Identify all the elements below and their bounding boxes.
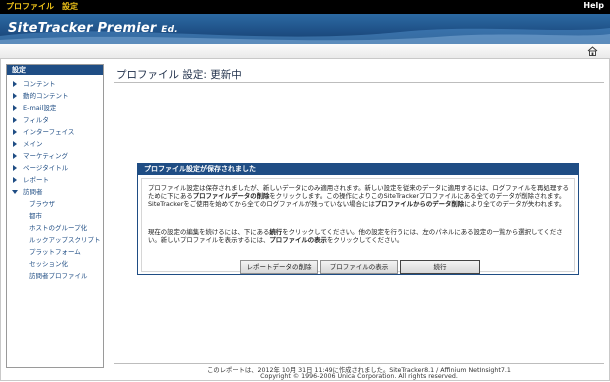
sidebar-item-main[interactable]: メイン: [7, 138, 103, 150]
sidebar-subitem-lookup-script[interactable]: ルックアップスクリプト: [7, 234, 103, 246]
view-profile-button[interactable]: プロファイルの表示: [320, 260, 398, 274]
footer-divider: [114, 363, 604, 364]
sidebar-item-label: レポート: [23, 176, 49, 184]
app-logo: SiteTracker Premier Ed.: [8, 21, 178, 36]
expand-arrow-icon: [13, 105, 17, 111]
page-title: プロファイル 設定: 更新中: [116, 69, 242, 81]
help-link[interactable]: Help: [583, 1, 604, 10]
logo-main-text: SiteTracker Premier: [8, 21, 157, 36]
sidebar-item-label: E-mail設定: [23, 104, 57, 112]
paragraph-text: 現在の設定の編集を続けるには、下にある: [148, 228, 270, 236]
sidebar-subitem-sessionization[interactable]: セッション化: [7, 258, 103, 270]
paragraph-text: をクリックしてください。: [326, 236, 404, 245]
sidebar-item-label: メイン: [23, 140, 43, 148]
delete-from-profile-emphasis: プロファイルからのデータ削除: [374, 200, 465, 209]
dialog-title: プロファイル設定が保存されました: [138, 164, 578, 175]
logo-edition-text: Ed.: [161, 25, 178, 35]
sidebar-item-filter[interactable]: フィルタ: [7, 114, 103, 126]
sidebar-subitem-host-grouping[interactable]: ホストのグループ化: [7, 222, 103, 234]
sidebar-item-label: フィルタ: [23, 116, 49, 124]
continue-emphasis: 続行: [269, 228, 283, 236]
dialog-body: プロファイル設定は保存されましたが、新しいデータにのみ適用されます。新しい設定を…: [141, 178, 575, 272]
sidebar-item-label: 訪問者: [23, 188, 43, 196]
collapse-arrow-icon: [12, 190, 18, 194]
saved-dialog: プロファイル設定が保存されました プロファイル設定は保存されましたが、新しいデー…: [137, 163, 579, 275]
sidebar-item-label: ページタイトル: [23, 164, 69, 172]
app-banner: SiteTracker Premier Ed.: [0, 14, 610, 44]
view-profile-emphasis: プロファイルの表示: [269, 236, 327, 245]
expand-arrow-icon: [13, 165, 17, 171]
sidebar-subitem-platform[interactable]: プラットフォーム: [7, 246, 103, 258]
expand-arrow-icon: [13, 81, 17, 87]
sidebar-subitem-browser[interactable]: ブラウザ: [7, 198, 103, 210]
expand-arrow-icon: [13, 141, 17, 147]
sidebar-subitem-visitor-profile[interactable]: 訪問者プロファイル: [7, 270, 103, 282]
delete-report-data-button[interactable]: レポートデータの削除: [240, 260, 318, 274]
sidebar-item-label: コンテント: [23, 80, 56, 88]
sidebar-item-dynamic-content[interactable]: 動的コンテント: [7, 90, 103, 102]
expand-arrow-icon: [13, 129, 17, 135]
toolbar: [0, 44, 610, 59]
settings-sidebar: 設定 コンテント 動的コンテント E-mail設定 フィルタ インターフェイス …: [6, 64, 104, 368]
footer-copyright: Copyright © 1996-2006 Unica Corporation.…: [260, 373, 458, 380]
sidebar-item-content[interactable]: コンテント: [7, 78, 103, 90]
sidebar-subitem-city[interactable]: 都市: [7, 210, 103, 222]
dialog-paragraph-1: プロファイル設定は保存されましたが、新しいデータにのみ適用されます。新しい設定を…: [148, 184, 570, 209]
sidebar-item-email-settings[interactable]: E-mail設定: [7, 102, 103, 114]
sidebar-item-report[interactable]: レポート: [7, 174, 103, 186]
sidebar-item-page-title[interactable]: ページタイトル: [7, 162, 103, 174]
continue-button[interactable]: 続行: [400, 260, 480, 274]
menu-profile[interactable]: プロファイル: [6, 1, 54, 12]
top-menu-bar: プロファイル 設定 Help: [0, 0, 610, 14]
sidebar-item-label: マーケティング: [23, 152, 68, 160]
dialog-paragraph-2: 現在の設定の編集を続けるには、下にある続行をクリックしてください。他の設定を行う…: [148, 228, 570, 244]
sidebar-item-interface[interactable]: インターフェイス: [7, 126, 103, 138]
sidebar-item-label: 動的コンテント: [23, 92, 69, 100]
expand-arrow-icon: [13, 93, 17, 99]
paragraph-text: により全てのデータが失われます。: [464, 200, 566, 209]
expand-arrow-icon: [13, 177, 17, 183]
delete-profile-data-emphasis: プロファイルデータの削除: [192, 192, 270, 201]
sidebar-item-marketing[interactable]: マーケティング: [7, 150, 103, 162]
sidebar-item-visitor[interactable]: 訪問者: [7, 186, 103, 198]
expand-arrow-icon: [13, 153, 17, 159]
sidebar-item-label: インターフェイス: [23, 128, 75, 136]
sidebar-header: 設定: [7, 65, 103, 75]
expand-arrow-icon: [13, 117, 17, 123]
title-divider: [114, 82, 604, 83]
home-icon[interactable]: [587, 46, 598, 56]
menu-settings[interactable]: 設定: [62, 1, 78, 12]
